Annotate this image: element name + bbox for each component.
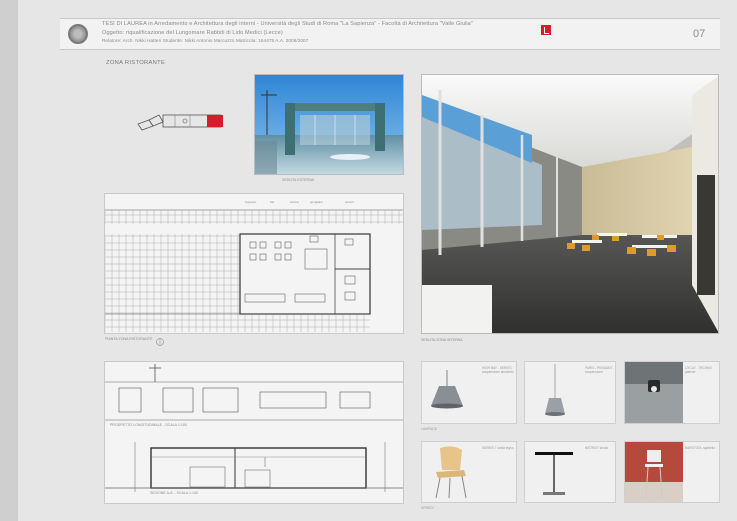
brand-logo-icon [541, 25, 551, 35]
chair-icon [440, 446, 462, 470]
product-description: BARSTOOL sgabello [685, 446, 715, 450]
product-card-wooden-chair: SERIES 7 sedia legno [421, 441, 517, 503]
caption-interior-render: VEDUTA ZONA INTERNA [421, 338, 463, 342]
elevation-section-panel [104, 361, 404, 504]
caption-exterior-render: VEDUTA ESTERNA [282, 178, 315, 182]
stool-icon [647, 450, 661, 462]
plan-label-ingresso: ingresso [245, 200, 257, 204]
pendant-lamp-icon [545, 398, 565, 414]
caption-section: SEZIONE A-A' - SCALA 1:100 [150, 491, 199, 495]
section-title: ZONA RISTORANTE [106, 60, 166, 66]
pendant-lamp-icon [431, 386, 463, 406]
highlight-zone [207, 115, 223, 127]
binding-band [0, 0, 18, 521]
interior-render [421, 74, 719, 334]
product-card-ceiling-spot: CYCLE - TECHNO plafone [624, 361, 720, 424]
product-description: CYCLE - TECHNO plafone [685, 366, 712, 374]
caption-floor-plan: PIANTA ZONA RISTORANTE [105, 337, 153, 341]
key-plan-diagram [137, 114, 223, 131]
product-card-pendant-lamp-2: PARIS - PENDANT sospensione [524, 361, 616, 424]
caption-chairs: ARREDI [421, 506, 434, 510]
table-icon [535, 452, 573, 455]
product-description: PARIS - PENDANT sospensione [585, 366, 613, 374]
university-seal-icon [68, 24, 88, 44]
header-line-3: Relatore: Arch. Nikki Hatteri Studente: … [102, 38, 309, 43]
plan-label-bar: bar [270, 200, 274, 204]
product-description: SERIES 7 sedia legno [482, 446, 514, 450]
header-line-2: Oggetto: riqualificazione del Lungomare … [102, 30, 283, 36]
plan-label-spogliatoi: spogliatoi [310, 200, 323, 204]
product-description: BISTROT tavolo [585, 446, 609, 450]
plan-label-cucina: cucina [290, 200, 299, 204]
header-line-1: TESI DI LAUREA in Arredamento e Architet… [102, 21, 473, 27]
caption-lamps: LAMPADE [421, 427, 437, 431]
plan-label-servizi: servizi [345, 200, 354, 204]
page-number: 07 [693, 28, 706, 40]
product-card-black-table: BISTROT tavolo [524, 441, 616, 503]
product-description: HIGH BAY - SERIES sospensione alluminio [482, 366, 514, 374]
product-card-pendant-lamp-1: HIGH BAY - SERIES sospensione alluminio [421, 361, 517, 424]
floor-plan-panel: ingresso bar cucina spogliatoi servizi [104, 193, 404, 334]
exterior-render [254, 74, 404, 175]
caption-elevation: PROSPETTO LONGITUDINALE - SCALA 1:100 [110, 423, 187, 427]
north-arrow-icon [156, 338, 164, 346]
product-card-bar-stool: BARSTOOL sgabello [624, 441, 720, 503]
